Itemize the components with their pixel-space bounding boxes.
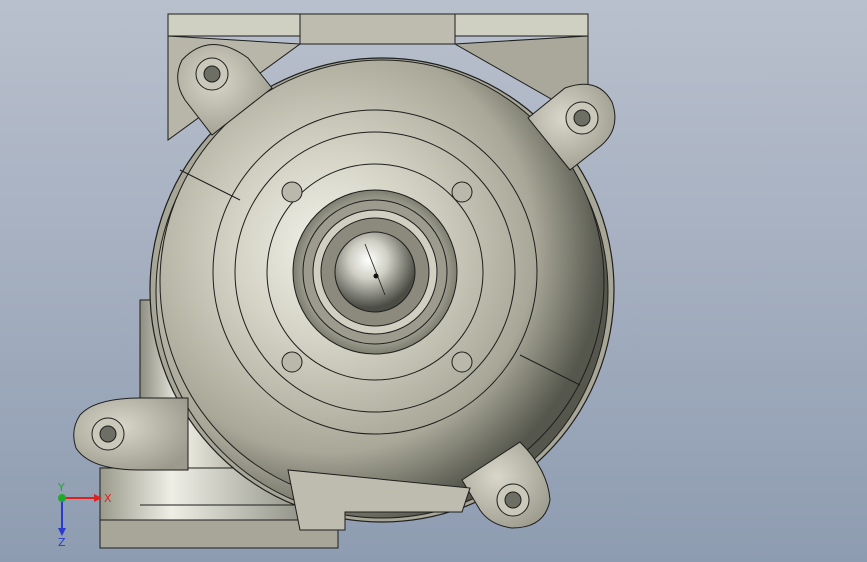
z-axis-label: Z [58, 536, 66, 548]
mounting-lug-bottom-left[interactable] [73, 397, 189, 471]
y-axis-dot-icon [58, 494, 66, 502]
bolt-hole [281, 351, 303, 373]
x-axis-arrow-icon [94, 494, 102, 502]
coordinate-triad: X Y Z [57, 481, 112, 548]
x-axis-label: X [104, 492, 112, 505]
model-view[interactable] [0, 0, 867, 562]
bolt-hole [451, 181, 473, 203]
bolt-hole [451, 351, 473, 373]
bolt-hole [281, 181, 303, 203]
z-axis-arrow-icon [58, 528, 66, 536]
y-axis-label: Y [57, 481, 65, 494]
graphics-viewport[interactable]: X Y Z [0, 0, 867, 562]
